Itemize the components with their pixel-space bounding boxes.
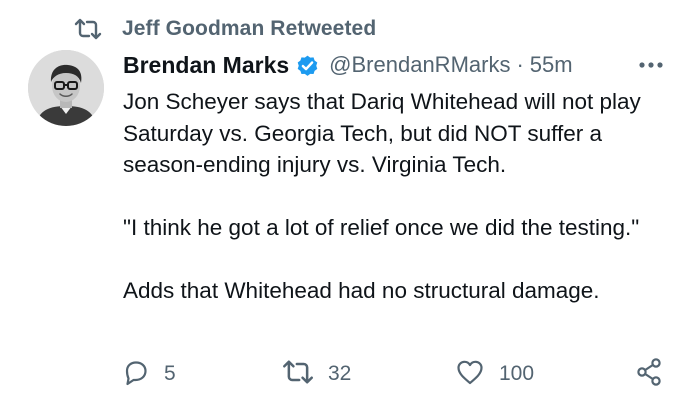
tweet-header: Brendan Marks @BrendanRMarks · 55m — [123, 49, 573, 81]
tweet[interactable]: Jeff Goodman Retweeted Brendan Marks @Br… — [0, 0, 690, 408]
tweet-paragraph: Jon Scheyer says that Dariq Whitehead wi… — [123, 89, 641, 177]
author-display-name[interactable]: Brendan Marks — [123, 52, 289, 79]
heart-icon — [455, 358, 485, 391]
share-icon — [635, 357, 663, 392]
author-handle[interactable]: @BrendanRMarks — [329, 52, 510, 78]
tweet-paragraph: "I think he got a lot of relief once we … — [123, 215, 640, 240]
reply-icon — [120, 357, 150, 392]
more-options-icon[interactable] — [636, 52, 666, 78]
tweet-paragraph: Adds that Whitehead had no structural da… — [123, 278, 600, 303]
timestamp[interactable]: 55m — [530, 52, 573, 78]
like-count: 100 — [499, 362, 535, 385]
reply-button[interactable]: 5 — [120, 356, 176, 392]
verified-badge-icon[interactable] — [295, 52, 321, 78]
like-button[interactable]: 100 — [455, 356, 534, 392]
retweeted-by-label[interactable]: Jeff Goodman Retweeted — [122, 17, 376, 41]
separator-dot: · — [516, 52, 524, 77]
avatar[interactable] — [28, 50, 104, 126]
reply-count: 5 — [164, 362, 176, 385]
retweet-button[interactable]: 32 — [282, 356, 351, 392]
retweet-icon — [74, 14, 108, 44]
tweet-actions: 5 32 100 — [120, 356, 670, 392]
retweet-count: 32 — [328, 362, 352, 385]
retweet-context: Jeff Goodman Retweeted — [74, 14, 376, 44]
tweet-text: Jon Scheyer says that Dariq Whitehead wi… — [123, 86, 678, 307]
retweet-icon — [282, 358, 314, 391]
share-button[interactable] — [635, 356, 663, 392]
